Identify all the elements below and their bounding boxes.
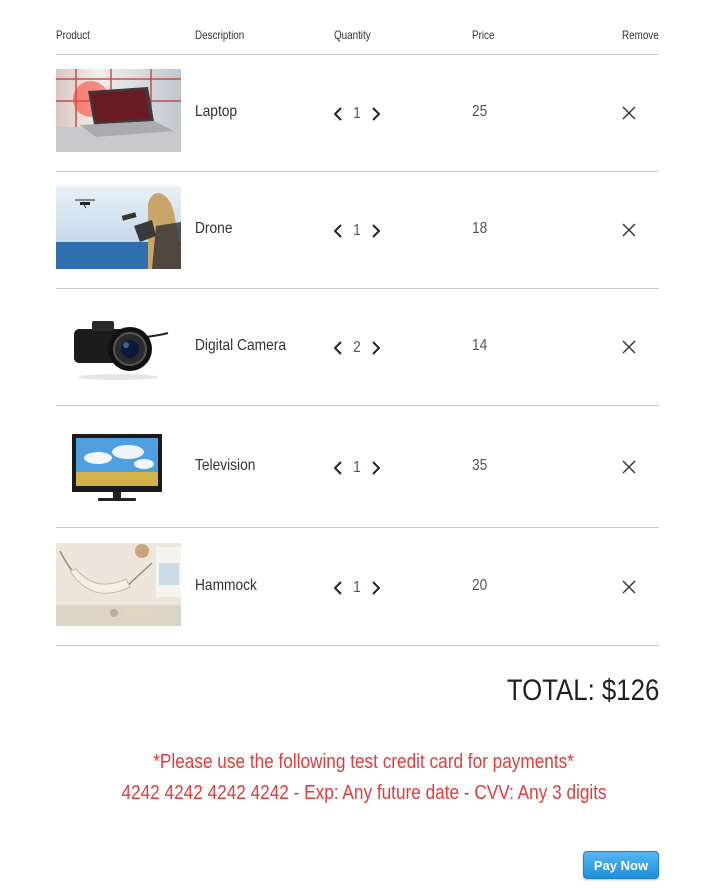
item-price: 14 <box>472 337 488 354</box>
drone-photo <box>56 186 181 269</box>
item-price: 18 <box>472 220 488 237</box>
chevron-left-icon[interactable] <box>334 107 342 121</box>
quantity-stepper: 2 <box>334 339 380 357</box>
table-header: Product Description Quantity Price Remov… <box>56 0 659 55</box>
camera-photo <box>56 305 181 388</box>
item-name: Drone <box>195 220 233 237</box>
close-icon[interactable] <box>622 340 636 354</box>
header-description: Description <box>195 28 245 42</box>
item-name: Hammock <box>195 577 257 594</box>
item-price: 20 <box>472 577 488 594</box>
header-quantity: Quantity <box>334 28 371 42</box>
cart-total: TOTAL: $126 <box>506 674 659 707</box>
table-row: Television 1 35 <box>56 406 659 528</box>
item-price: 35 <box>472 457 488 474</box>
payment-notice-line2: 4242 4242 4242 4242 - Exp: Any future da… <box>0 782 728 805</box>
cart-table: Product Description Quantity Price Remov… <box>56 0 659 646</box>
quantity-stepper: 1 <box>334 105 380 123</box>
close-icon[interactable] <box>622 580 636 594</box>
hammock-photo <box>56 543 181 626</box>
item-price: 25 <box>472 103 488 120</box>
quantity-value: 1 <box>353 459 361 476</box>
test-card-text: 4242 4242 4242 4242 - Exp: Any future da… <box>121 782 607 804</box>
payment-notice-text: *Please use the following test credit ca… <box>153 751 575 773</box>
table-row: Laptop 1 25 <box>56 55 659 172</box>
chevron-right-icon[interactable] <box>372 107 380 121</box>
quantity-stepper: 1 <box>334 579 380 597</box>
chevron-left-icon[interactable] <box>334 461 342 475</box>
payment-notice-line1: *Please use the following test credit ca… <box>0 751 728 774</box>
close-icon[interactable] <box>622 106 636 120</box>
chevron-right-icon[interactable] <box>372 224 380 238</box>
quantity-value: 1 <box>353 105 361 122</box>
item-name: Television <box>195 457 256 474</box>
close-icon[interactable] <box>622 223 636 237</box>
table-row: Drone 1 18 <box>56 172 659 289</box>
quantity-stepper: 1 <box>334 459 380 477</box>
chevron-right-icon[interactable] <box>372 581 380 595</box>
item-name: Laptop <box>195 103 238 120</box>
television-photo <box>56 426 181 509</box>
pay-now-button[interactable]: Pay Now <box>583 851 659 879</box>
chevron-right-icon[interactable] <box>372 461 380 475</box>
quantity-value: 1 <box>353 579 361 596</box>
header-product: Product <box>56 28 90 42</box>
header-price: Price <box>472 28 495 42</box>
chevron-left-icon[interactable] <box>334 341 342 355</box>
header-remove: Remove <box>622 28 659 42</box>
chevron-left-icon[interactable] <box>334 224 342 238</box>
quantity-stepper: 1 <box>334 222 380 240</box>
table-row: Hammock 1 20 <box>56 528 659 646</box>
laptop-photo <box>56 69 181 152</box>
close-icon[interactable] <box>622 460 636 474</box>
chevron-left-icon[interactable] <box>334 581 342 595</box>
item-name: Digital Camera <box>195 337 286 354</box>
quantity-value: 2 <box>353 339 361 356</box>
table-row: Digital Camera 2 14 <box>56 289 659 406</box>
quantity-value: 1 <box>353 222 361 239</box>
chevron-right-icon[interactable] <box>372 341 380 355</box>
